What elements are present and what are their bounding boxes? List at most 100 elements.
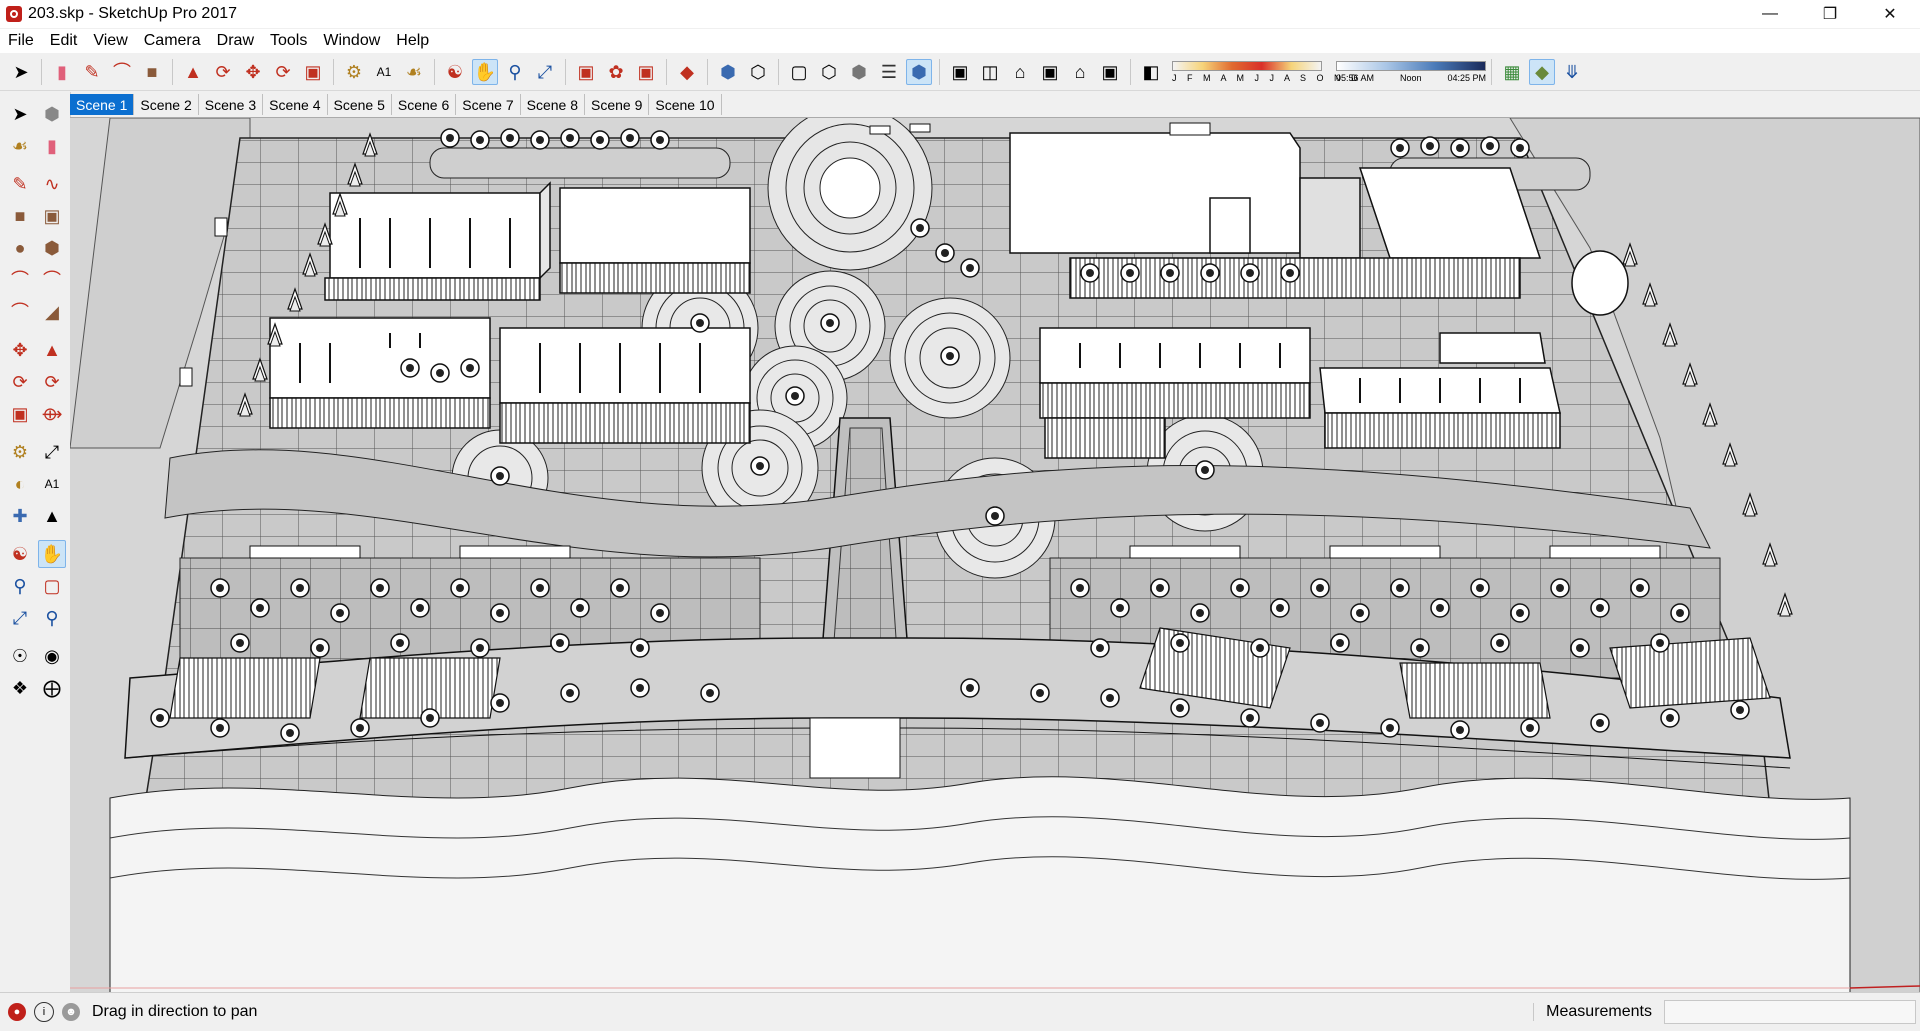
scene-tab-1[interactable]: Scene 1: [70, 94, 135, 115]
orbit-icon[interactable]: ☯: [6, 540, 34, 568]
pan-icon[interactable]: ✋: [38, 540, 66, 568]
extension-warehouse-icon[interactable]: ◆: [674, 59, 700, 85]
add-location-icon[interactable]: ▦: [1499, 59, 1525, 85]
arc-icon[interactable]: ⌒: [6, 266, 34, 294]
shadow-month-slider[interactable]: J F M A M J J A S O N D: [1172, 60, 1358, 83]
paint-bucket-tool-icon[interactable]: ☙: [401, 59, 427, 85]
menu-help[interactable]: Help: [388, 32, 437, 50]
scene-tab-7[interactable]: Scene 7: [456, 94, 521, 115]
hidden-line-style-icon[interactable]: ⬡: [816, 59, 842, 85]
scene-tab-9[interactable]: Scene 9: [585, 94, 650, 115]
zoom-extents-tool-icon[interactable]: ⤢: [532, 59, 558, 85]
3d-text-icon[interactable]: ▲: [38, 502, 66, 530]
close-button[interactable]: ✕: [1860, 0, 1920, 28]
arc-tool-icon[interactable]: ⌒: [109, 59, 135, 85]
rectangle-icon[interactable]: ■: [6, 202, 34, 230]
shaded-style-icon[interactable]: ⬢: [846, 59, 872, 85]
back-edges-style-icon[interactable]: ⬡: [745, 59, 771, 85]
three-point-arc-icon[interactable]: ⌒: [6, 298, 34, 326]
measurements-input[interactable]: [1664, 1000, 1916, 1024]
zoom-tool-icon[interactable]: ⚲: [502, 59, 528, 85]
shadow-time-slider[interactable]: 05:56 AM Noon 04:25 PM: [1336, 60, 1486, 83]
make-component-icon[interactable]: ⬢: [38, 100, 66, 128]
follow-me-tool-icon[interactable]: ⟳: [210, 59, 236, 85]
minimize-button[interactable]: —: [1740, 0, 1800, 28]
text-icon[interactable]: A1: [38, 470, 66, 498]
scale-tool-icon[interactable]: ▣: [300, 59, 326, 85]
move-tool-icon[interactable]: ✥: [240, 59, 266, 85]
rotated-rectangle-icon[interactable]: ▣: [38, 202, 66, 230]
pan-tool-icon[interactable]: ✋: [472, 58, 498, 85]
move-icon[interactable]: ✥: [6, 336, 34, 364]
axes-icon[interactable]: ✚: [6, 502, 34, 530]
scene-tab-5[interactable]: Scene 5: [327, 94, 392, 115]
monochrome-style-icon[interactable]: ⬢: [906, 58, 932, 85]
model-viewport[interactable]: [70, 117, 1920, 993]
menu-view[interactable]: View: [85, 32, 135, 50]
tape-measure-tool-icon[interactable]: ⚙: [341, 59, 367, 85]
left-view-icon[interactable]: ▣: [1097, 59, 1123, 85]
restore-button[interactable]: ❐: [1800, 0, 1860, 28]
line-icon[interactable]: ✎: [6, 170, 34, 198]
orbit-tool-icon[interactable]: ☯: [442, 59, 468, 85]
section-plane-icon[interactable]: ⨁: [38, 674, 66, 702]
pencil-tool-icon[interactable]: ✎: [79, 59, 105, 85]
scene-tab-2[interactable]: Scene 2: [134, 94, 199, 115]
select-tool-icon[interactable]: ➤: [8, 59, 34, 85]
push-pull-tool-icon[interactable]: ▲: [180, 59, 206, 85]
previous-view-icon[interactable]: ⚲: [38, 604, 66, 632]
pie-icon[interactable]: ◢: [38, 298, 66, 326]
zoom-window-icon[interactable]: ▢: [38, 572, 66, 600]
credits-info-icon[interactable]: i: [34, 1002, 54, 1022]
follow-me-icon[interactable]: ⟳: [38, 368, 66, 396]
tape-measure-icon[interactable]: ⚙: [6, 438, 34, 466]
two-point-arc-icon[interactable]: ⌒: [38, 266, 66, 294]
3d-warehouse-icon[interactable]: ▣: [573, 59, 599, 85]
dimension-icon[interactable]: ⤢: [38, 438, 66, 466]
push-pull-icon[interactable]: ▲: [38, 336, 66, 364]
toggle-terrain-icon[interactable]: ◆: [1529, 58, 1555, 85]
select-arrow-icon[interactable]: ➤: [6, 100, 34, 128]
look-around-icon[interactable]: ◉: [38, 642, 66, 670]
photo-textures-icon[interactable]: ⤋: [1559, 59, 1585, 85]
polygon-icon[interactable]: ⬢: [38, 234, 66, 262]
paint-bucket-icon[interactable]: ☙: [6, 132, 34, 160]
scene-tab-6[interactable]: Scene 6: [391, 94, 457, 115]
zoom-extents-icon[interactable]: ⤢: [6, 604, 34, 632]
front-view-icon[interactable]: ⌂: [1007, 59, 1033, 85]
text-tool-icon[interactable]: A1: [371, 59, 397, 85]
eraser-tool-icon[interactable]: ▮: [49, 59, 75, 85]
scene-tab-10[interactable]: Scene 10: [649, 94, 722, 115]
menu-file[interactable]: File: [0, 32, 42, 50]
wireframe-style-icon[interactable]: ▢: [786, 59, 812, 85]
circle-icon[interactable]: ●: [6, 234, 34, 262]
eraser-icon[interactable]: ▮: [38, 132, 66, 160]
shaded-textures-style-icon[interactable]: ☰: [876, 59, 902, 85]
rectangle-tool-icon[interactable]: ■: [139, 59, 165, 85]
scene-tab-8[interactable]: Scene 8: [520, 94, 585, 115]
user-account-icon[interactable]: ☻: [62, 1003, 80, 1021]
iso-view-icon[interactable]: ▣: [947, 59, 973, 85]
back-view-icon[interactable]: ⌂: [1067, 59, 1093, 85]
menu-tools[interactable]: Tools: [262, 32, 315, 50]
menu-edit[interactable]: Edit: [42, 32, 86, 50]
menu-draw[interactable]: Draw: [209, 32, 262, 50]
walk-icon[interactable]: ❖: [6, 674, 34, 702]
offset-icon[interactable]: ⟴: [38, 400, 66, 428]
geolocation-status-icon[interactable]: ●: [8, 1003, 26, 1021]
scene-tab-3[interactable]: Scene 3: [198, 94, 264, 115]
share-model-icon[interactable]: ▣: [633, 59, 659, 85]
display-shadows-icon[interactable]: ◧: [1138, 59, 1164, 85]
rotate-icon[interactable]: ⟳: [6, 368, 34, 396]
menu-camera[interactable]: Camera: [136, 32, 209, 50]
zoom-icon[interactable]: ⚲: [6, 572, 34, 600]
rotate-tool-icon[interactable]: ⟳: [270, 59, 296, 85]
protractor-icon[interactable]: ◐: [6, 470, 34, 498]
scene-tab-4[interactable]: Scene 4: [263, 94, 328, 115]
freehand-icon[interactable]: ∿: [38, 170, 66, 198]
position-camera-icon[interactable]: ☉: [6, 642, 34, 670]
top-view-icon[interactable]: ◫: [977, 59, 1003, 85]
menu-window[interactable]: Window: [315, 32, 388, 50]
xray-style-icon[interactable]: ⬢: [715, 59, 741, 85]
scale-icon[interactable]: ▣: [6, 400, 34, 428]
